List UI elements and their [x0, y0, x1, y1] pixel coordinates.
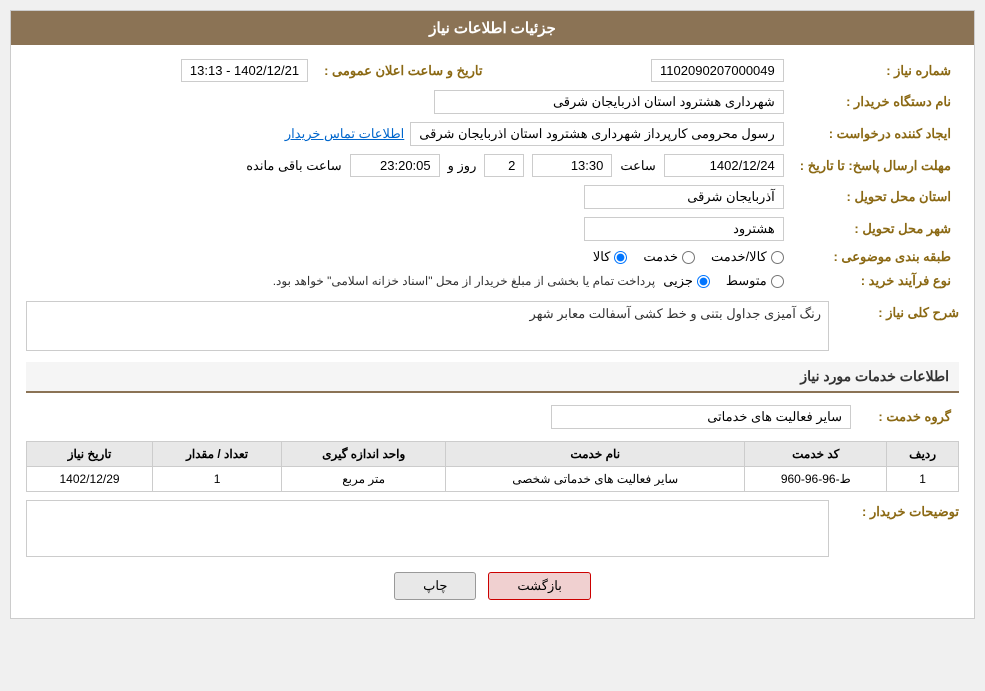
purchase-type-label-jozii: جزیی	[663, 273, 693, 289]
response-remaining-label: ساعت باقی مانده	[246, 158, 341, 174]
col-header-date: تاریخ نیاز	[27, 442, 153, 467]
response-date-value: 1402/12/24	[664, 154, 784, 177]
col-header-name: نام خدمت	[446, 442, 745, 467]
category-option-kala-khedmat[interactable]: کالا/خدمت	[711, 249, 784, 265]
category-label-kala: کالا	[593, 249, 611, 265]
cell-code-1: ط-96-96-960	[745, 467, 887, 492]
buyer-notes-textarea[interactable]	[26, 500, 829, 557]
purchase-type-option-jozii[interactable]: جزیی	[663, 273, 710, 289]
response-days-value: 2	[484, 154, 524, 177]
service-table: ردیف کد خدمت نام خدمت واحد اندازه گیری ت…	[26, 441, 959, 492]
purchase-type-note: پرداخت تمام یا بخشی از مبلغ خریدار از مح…	[273, 274, 656, 288]
announce-datetime-value: 1402/12/21 - 13:13	[181, 59, 308, 82]
buyer-notes-label: توضیحات خریدار :	[839, 500, 959, 520]
buyer-org-label: نام دستگاه خریدار :	[792, 86, 959, 118]
need-number-value: 1102090207000049	[651, 59, 784, 82]
description-textarea[interactable]	[26, 301, 829, 351]
print-button[interactable]: چاپ	[394, 572, 476, 600]
response-days-label: روز و	[448, 158, 477, 174]
category-radio-group: کالا/خدمت خدمت کالا	[34, 249, 784, 265]
service-group-label: گروه خدمت :	[859, 401, 959, 433]
response-deadline-label: مهلت ارسال پاسخ: تا تاریخ :	[792, 150, 959, 181]
purchase-type-label-motavaset: متوسط	[726, 273, 767, 289]
col-header-row: ردیف	[887, 442, 959, 467]
province-label: استان محل تحویل :	[792, 181, 959, 213]
col-header-qty: تعداد / مقدار	[153, 442, 282, 467]
table-row: 1 ط-96-96-960 سایر فعالیت های خدماتی شخص…	[27, 467, 959, 492]
page-header: جزئیات اطلاعات نیاز	[11, 11, 974, 45]
purchase-type-radio-motavaset[interactable]	[771, 275, 784, 288]
page-title: جزئیات اطلاعات نیاز	[429, 20, 556, 37]
city-label: شهر محل تحویل :	[792, 213, 959, 245]
service-group-grid: گروه خدمت : سایر فعالیت های خدماتی	[26, 401, 959, 433]
category-radio-khedmat[interactable]	[682, 251, 695, 264]
category-option-khedmat[interactable]: خدمت	[643, 249, 695, 265]
description-label: شرح کلی نیاز :	[839, 301, 959, 321]
response-time-label: ساعت	[620, 158, 655, 174]
need-number-label: شماره نیاز :	[792, 55, 959, 86]
cell-unit-1: متر مربع	[282, 467, 446, 492]
back-button[interactable]: بازگشت	[488, 572, 590, 600]
cell-qty-1: 1	[153, 467, 282, 492]
province-value: آذربایجان شرقی	[584, 185, 784, 209]
requester-link[interactable]: اطلاعات تماس خریدار	[285, 126, 404, 142]
category-option-kala[interactable]: کالا	[593, 249, 628, 265]
purchase-type-radio-group: متوسط جزیی	[663, 273, 784, 289]
cell-name-1: سایر فعالیت های خدماتی شخصی	[446, 467, 745, 492]
category-radio-kala[interactable]	[614, 251, 627, 264]
response-time-value: 13:30	[532, 154, 612, 177]
main-container: جزئیات اطلاعات نیاز شماره نیاز : 1102090…	[10, 10, 975, 619]
category-label-khedmat: خدمت	[643, 249, 678, 265]
announce-datetime-label: تاریخ و ساعت اعلان عمومی :	[324, 63, 482, 78]
purchase-type-option-motavaset[interactable]: متوسط	[726, 273, 784, 289]
requester-label: ایجاد کننده درخواست :	[792, 118, 959, 150]
purchase-type-label: نوع فرآیند خرید :	[792, 269, 959, 293]
response-remaining-value: 23:20:05	[350, 154, 440, 177]
action-buttons: بازگشت چاپ	[26, 572, 959, 600]
service-group-value: سایر فعالیت های خدماتی	[551, 405, 851, 429]
category-label-kala-khedmat: کالا/خدمت	[711, 249, 767, 265]
content-area: شماره نیاز : 1102090207000049 تاریخ و سا…	[11, 45, 974, 618]
col-header-unit: واحد اندازه گیری	[282, 442, 446, 467]
cell-date-1: 1402/12/29	[27, 467, 153, 492]
buyer-org-value: شهرداری هشترود استان اذربایجان شرقی	[434, 90, 784, 114]
cell-row-1: 1	[887, 467, 959, 492]
col-header-code: کد خدمت	[745, 442, 887, 467]
requester-value: رسول محرومی کارپرداز شهرداری هشترود استا…	[410, 122, 783, 146]
category-label: طبقه بندی موضوعی :	[792, 245, 959, 269]
services-section-title: اطلاعات خدمات مورد نیاز	[26, 362, 959, 393]
info-grid-1: شماره نیاز : 1102090207000049 تاریخ و سا…	[26, 55, 959, 293]
category-radio-kala-khedmat[interactable]	[771, 251, 784, 264]
city-value: هشترود	[584, 217, 784, 241]
purchase-type-radio-jozii[interactable]	[697, 275, 710, 288]
